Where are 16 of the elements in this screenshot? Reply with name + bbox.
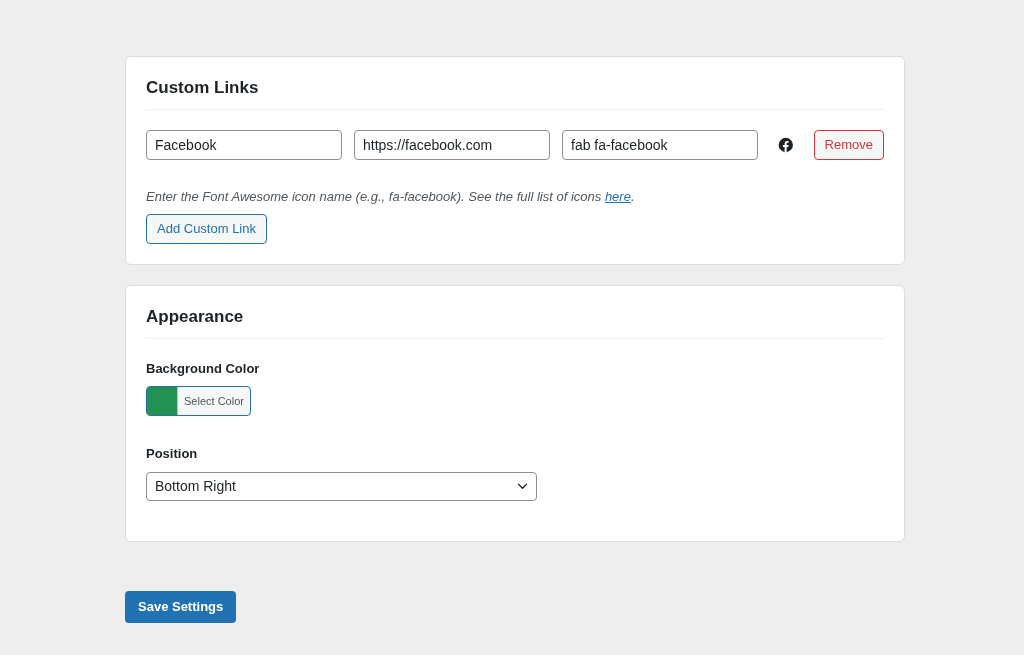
color-picker-button[interactable]: Select Color: [146, 386, 251, 416]
icon-class-input[interactable]: fab fa-facebook: [562, 129, 758, 160]
add-custom-link-button[interactable]: Add Custom Link: [146, 214, 267, 244]
chevron-down-icon: [517, 482, 528, 490]
name-input[interactable]: Facebook: [146, 129, 342, 160]
position-select[interactable]: Bottom Right: [146, 471, 537, 501]
select-color-label: Select Color: [177, 387, 250, 415]
save-settings-button[interactable]: Save Settings: [125, 590, 237, 623]
here-link[interactable]: here: [604, 188, 631, 204]
help-text: Enter the Font Awesome icon name (e.g., fa-facebook). See the full list of icons here.: [146, 187, 636, 206]
remove-button[interactable]: Remove: [813, 129, 884, 160]
field-label: Position: [146, 445, 199, 463]
url-input[interactable]: https://facebook.com: [354, 129, 550, 160]
field-label: Background Color: [146, 359, 261, 378]
section-title: Custom Links: [146, 75, 884, 110]
section-title: Appearance: [146, 304, 884, 339]
